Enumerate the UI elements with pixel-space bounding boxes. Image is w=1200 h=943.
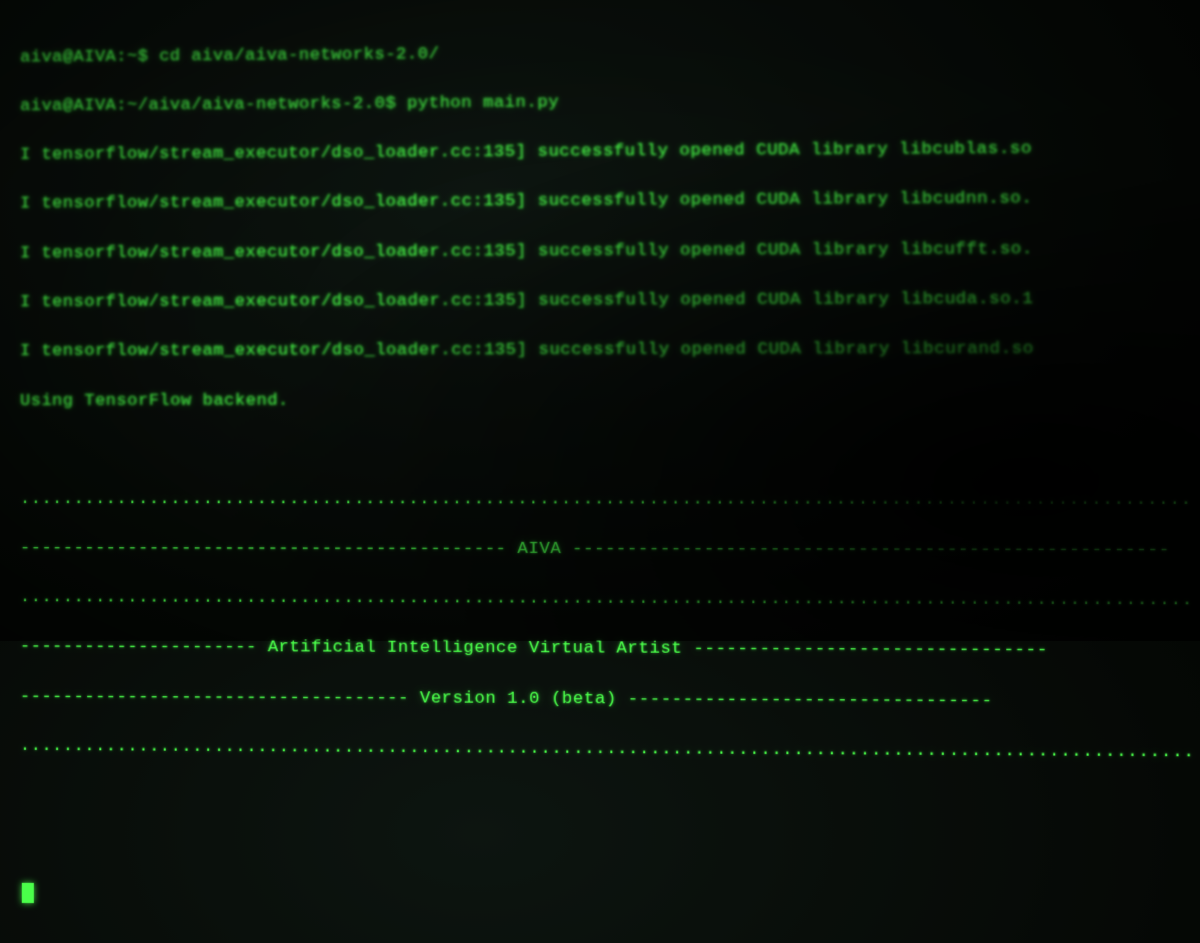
banner-separator: ........................................…: [20, 735, 1200, 767]
cuda-log-line: I tensorflow/stream_executor/dso_loader.…: [20, 187, 1200, 218]
prompt-line-1: aiva@AIVA:~$ cd aiva/aiva-networks-2.0/: [20, 36, 1200, 70]
prompt-line-2: aiva@AIVA:~/aiva/aiva-networks-2.0$ pyth…: [20, 87, 1200, 120]
prompt-symbol: $: [385, 94, 396, 113]
banner-title: ----------------------------------------…: [20, 537, 1200, 564]
command-text: cd aiva/aiva-networks-2.0/: [159, 45, 439, 66]
backend-line: Using TensorFlow backend.: [20, 388, 1200, 414]
banner-separator: ........................................…: [20, 488, 1200, 514]
cuda-log-line: I tensorflow/stream_executor/dso_loader.…: [20, 287, 1200, 316]
banner-subtitle: ---------------------- Artificial Intell…: [20, 636, 1200, 665]
prompt-user-host: aiva@AIVA: [20, 96, 116, 116]
cuda-log-line: I tensorflow/stream_executor/dso_loader.…: [20, 237, 1200, 267]
cuda-log-line: I tensorflow/stream_executor/dso_loader.…: [20, 137, 1200, 169]
banner-version: ------------------------------------ Ver…: [20, 685, 1200, 716]
prompt-path: ~/aiva/aiva-networks-2.0: [127, 95, 385, 116]
cuda-log-line: I tensorflow/stream_executor/dso_loader.…: [20, 338, 1200, 366]
prompt-symbol: $: [138, 47, 149, 66]
terminal-output: aiva@AIVA:~$ cd aiva/aiva-networks-2.0/ …: [0, 0, 1200, 943]
cursor-line[interactable]: [20, 882, 1200, 917]
blank-spacer: [20, 438, 1200, 463]
blank-spacer: [20, 784, 1200, 816]
blank-spacer: [20, 833, 1200, 866]
terminal-cursor[interactable]: [22, 883, 34, 903]
prompt-path: ~: [127, 47, 138, 66]
command-text: python main.py: [407, 93, 559, 113]
prompt-user-host: aiva@AIVA: [20, 47, 116, 67]
banner-separator: ........................................…: [20, 586, 1200, 614]
